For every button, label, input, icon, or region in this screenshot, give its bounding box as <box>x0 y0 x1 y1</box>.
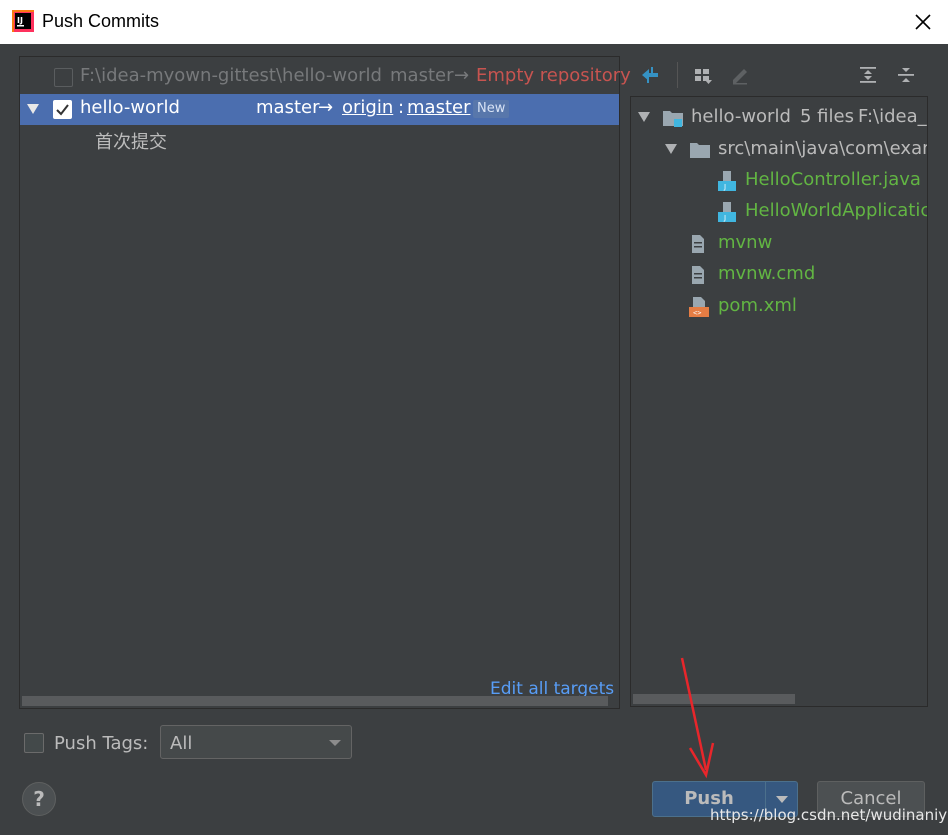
file-name: HelloWorldApplicatic <box>745 200 928 221</box>
tree-folder-name: src\main\java\com\exam <box>718 138 928 159</box>
push-tags-checkbox[interactable] <box>24 733 44 753</box>
file-name: mvnw <box>718 232 773 253</box>
svg-text:IJ: IJ <box>17 16 23 25</box>
file-name: pom.xml <box>718 295 797 316</box>
help-button[interactable]: ? <box>22 782 56 816</box>
module-folder-icon <box>663 111 683 127</box>
repo-name: hello-world <box>80 97 180 118</box>
collapse-all-icon[interactable] <box>896 65 916 85</box>
window-title: Push Commits <box>42 11 160 31</box>
java-class-icon: J <box>718 171 736 191</box>
tags-select[interactable]: All <box>160 725 352 759</box>
repo-path: F:\idea-myown-gittest\hello-world <box>80 65 382 86</box>
repo-checkbox[interactable] <box>53 100 72 119</box>
file-name: HelloController.java <box>745 169 921 190</box>
edit-icon[interactable] <box>730 65 750 85</box>
chevron-down-icon <box>329 740 341 746</box>
source-branch: master <box>390 65 454 86</box>
watermark: https://blog.csdn.net/wudinaniya <box>710 806 948 824</box>
folder-icon <box>690 143 710 158</box>
tree-root-path: F:\idea_v <box>858 106 927 127</box>
new-badge: New <box>473 100 510 118</box>
arrow-icon: → <box>454 65 470 86</box>
java-class-icon: J <box>718 202 736 222</box>
remote-link[interactable]: origin <box>342 97 393 118</box>
title-bar: IJ Push Commits <box>0 0 948 44</box>
toolbar-separator <box>677 62 678 88</box>
commit-row[interactable]: 首次提交 <box>20 125 619 156</box>
text-file-icon <box>692 266 704 284</box>
commit-message: 首次提交 <box>95 132 167 153</box>
repo-row-empty[interactable]: F:\idea-myown-gittest\hello-world master… <box>20 62 631 93</box>
repositories-panel: F:\idea-myown-gittest\hello-world master… <box>19 56 631 709</box>
source-branch: master <box>256 97 320 118</box>
remote-separator: : <box>398 97 405 118</box>
tree-root-name: hello-world <box>691 106 791 127</box>
expand-triangle-icon[interactable] <box>664 143 678 155</box>
repo-row-hello-world[interactable]: hello-world master → origin : master New <box>20 94 619 125</box>
push-tags-label: Push Tags: <box>54 733 149 754</box>
tree-root-count: 5 files <box>800 106 854 127</box>
svg-text:J: J <box>723 214 726 222</box>
changes-tree: hello-world 5 files F:\idea_v src\main\j… <box>630 96 928 707</box>
file-name: mvnw.cmd <box>718 263 816 284</box>
remote-branch-link[interactable]: master <box>407 97 470 118</box>
repo-checkbox-empty[interactable] <box>54 68 73 87</box>
arrow-icon: → <box>318 97 334 118</box>
push-options-dropdown-icon[interactable] <box>776 796 788 803</box>
compare-icon[interactable] <box>640 65 660 85</box>
group-by-icon[interactable] <box>693 65 713 85</box>
svg-text:J: J <box>723 183 726 191</box>
expand-triangle-icon[interactable] <box>26 103 40 115</box>
tree-horizontal-scrollbar[interactable] <box>633 694 795 704</box>
horizontal-scrollbar[interactable] <box>22 696 608 706</box>
expand-all-icon[interactable] <box>858 65 878 85</box>
check-icon <box>56 104 69 116</box>
xml-file-icon: <> <box>689 297 709 317</box>
close-icon[interactable] <box>910 9 936 35</box>
text-file-icon <box>692 235 704 253</box>
changes-panel: hello-world 5 files F:\idea_v src\main\j… <box>630 56 928 707</box>
target-status: Empty repository <box>476 65 631 86</box>
svg-text:<>: <> <box>693 309 701 317</box>
dialog-footer: Push Tags: All ? Push Cancel https://blo… <box>0 716 948 835</box>
tags-select-value: All <box>170 733 193 754</box>
intellij-logo-icon: IJ <box>12 10 34 32</box>
expand-triangle-icon[interactable] <box>637 111 651 123</box>
changes-toolbar <box>630 56 928 94</box>
